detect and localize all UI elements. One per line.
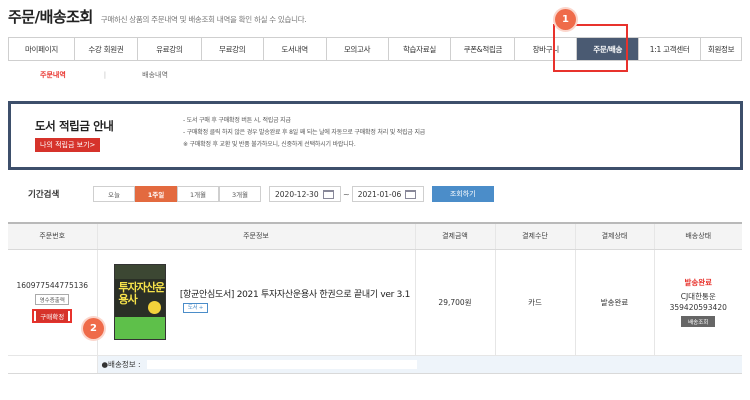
- date-range-tilde: ~: [343, 189, 350, 199]
- table-header: 결제상태: [575, 223, 655, 250]
- order-info-cell: 투자자산운용사 [항균안심도서] 2021 투자자산운용사 한권으로 끝내기 v…: [97, 249, 416, 356]
- carrier-info: CJ대한통운 359420593420: [655, 291, 743, 313]
- period-today-button[interactable]: 오늘: [93, 186, 135, 202]
- order-number-cell: 160977544775136 영수증출력 구매확정 2: [8, 249, 104, 356]
- calendar-icon[interactable]: [322, 189, 334, 199]
- nav-item-free-lectures[interactable]: 무료강의: [202, 38, 264, 60]
- book-cover-stripe: [114, 317, 165, 339]
- shipping-info-cell: ●배송정보 :: [97, 355, 742, 374]
- nav-item-books[interactable]: 도서내역: [264, 38, 327, 60]
- points-info-lines: - 도서 구매 후 구매확정 버튼 시, 적립금 지급 - 구매확정 클릭 하지…: [183, 115, 425, 151]
- track-delivery-button[interactable]: 배송조회: [681, 316, 716, 327]
- nav-item-materials[interactable]: 학습자료실: [389, 38, 452, 60]
- points-info-panel: 도서 적립금 안내 나의 적립금 보기> - 도서 구매 후 구매확정 버튼 시…: [8, 101, 743, 170]
- nav-item-member-info[interactable]: 회원정보: [701, 38, 743, 60]
- step-badge-2: 2: [83, 317, 104, 339]
- shipping-info-row: ●배송정보 :: [8, 355, 742, 374]
- period-3month-button[interactable]: 3개월: [219, 186, 261, 202]
- payment-amount: 29,700원: [415, 249, 496, 356]
- subtab-separator: |: [103, 71, 107, 79]
- subtabs: 주문내역 | 배송내역: [40, 70, 168, 80]
- callout-highlight-box: [553, 24, 628, 72]
- points-info-line: - 도서 구매 후 구매확정 버튼 시, 적립금 지급: [183, 117, 291, 124]
- table-header: 배송상태: [654, 223, 742, 250]
- nav-item-paid-lectures[interactable]: 유료강의: [138, 38, 202, 60]
- order-number: 160977544775136: [16, 281, 89, 290]
- subtab-order-history[interactable]: 주문내역: [40, 70, 66, 80]
- table-row: 160977544775136 영수증출력 구매확정 2 투자자산운용사 [항균…: [8, 249, 743, 356]
- nav-item-membership[interactable]: 수강 회원권: [75, 38, 138, 60]
- nav-item-support[interactable]: 1:1 고객센터: [639, 38, 702, 60]
- delivery-status: 발송완료: [684, 278, 713, 287]
- book-type-tag[interactable]: 도서 +: [182, 302, 209, 313]
- page-subtitle: 구매하신 상품의 주문내역 및 배송조회 내역을 확인 하실 수 있습니다.: [100, 15, 307, 24]
- book-cover-band: [114, 265, 165, 279]
- payment-status: 발송완료: [575, 249, 655, 356]
- period-search: 기간검색 오늘 1주일 1개월 3개월 2020-12-30 ~ 2021-01…: [8, 185, 494, 203]
- book-title-link[interactable]: [항균안심도서] 2021 투자자산운용사 한권으로 끝내기 ver 3.1 도…: [180, 289, 415, 315]
- table-header: 주문번호: [8, 223, 98, 250]
- purchase-confirm-label: 구매확정: [36, 310, 69, 322]
- page-title: 주문/배송조회: [8, 8, 93, 26]
- start-date-input[interactable]: 2020-12-30: [269, 186, 341, 202]
- delivery-status-cell: 발송완료 CJ대한통운 359420593420 배송조회: [654, 249, 743, 356]
- search-button[interactable]: 조회하기: [431, 186, 494, 202]
- period-label: 기간검색: [28, 190, 60, 200]
- period-1week-button[interactable]: 1주일: [135, 186, 177, 202]
- subtab-delivery-history[interactable]: 배송내역: [142, 70, 168, 80]
- page-header: 주문/배송조회 구매하신 상품의 주문내역 및 배송조회 내역을 확인 하실 수…: [8, 6, 307, 28]
- step-badge-1: 1: [555, 9, 576, 30]
- book-info: 투자자산운용사 [항균안심도서] 2021 투자자산운용사 한권으로 끝내기 v…: [98, 264, 415, 340]
- book-cover-image[interactable]: 투자자산운용사: [113, 264, 166, 340]
- payment-method: 카드: [495, 249, 576, 356]
- carrier-name: CJ대한통운: [680, 292, 716, 301]
- nav-item-mock-exam[interactable]: 모의고사: [327, 38, 389, 60]
- tracking-number: 359420593420: [669, 303, 727, 312]
- table-header: 결제수단: [495, 223, 576, 250]
- nav-item-mypage[interactable]: 마이페이지: [9, 38, 75, 60]
- book-cover-badge: [147, 301, 161, 314]
- shipping-info-spacer: [8, 355, 98, 374]
- receipt-print-button[interactable]: 영수증출력: [35, 294, 70, 305]
- period-1month-button[interactable]: 1개월: [177, 186, 219, 202]
- end-date-value: 2021-01-06: [357, 189, 402, 199]
- end-date-input[interactable]: 2021-01-06: [351, 186, 424, 202]
- book-title: [항균안심도서] 2021 투자자산운용사 한권으로 끝내기 ver 3.1: [179, 290, 411, 300]
- mypage-nav: 마이페이지 수강 회원권 유료강의 무료강의 도서내역 모의고사 학습자료실 쿠…: [8, 37, 743, 61]
- start-date-value: 2020-12-30: [275, 189, 319, 199]
- purchase-confirm-button[interactable]: 구매확정: [32, 309, 73, 323]
- points-info-line: - 구매확정 클릭 하지 않은 경우 발송완료 후 8일 째 되는 날에 자동으…: [183, 129, 426, 136]
- nav-item-coupons[interactable]: 쿠폰&적립금: [451, 38, 516, 60]
- table-header: 주문정보: [97, 223, 416, 250]
- shipping-info-value: [146, 360, 417, 369]
- calendar-icon[interactable]: [405, 189, 417, 199]
- points-info-title: 도서 적립금 안내: [35, 119, 114, 133]
- table-header: 결제금액: [415, 223, 496, 250]
- my-points-button[interactable]: 나의 적립금 보기>: [35, 138, 101, 152]
- shipping-info-label: ●배송정보 :: [101, 359, 141, 369]
- points-info-line: ※ 구매확정 후 교환 및 반품 불가하오니, 신중하게 선택하시기 바랍니다.: [183, 141, 356, 148]
- orders-table: 주문번호 주문정보 결제금액 결제수단 결제상태 배송상태 1609775447…: [8, 222, 742, 374]
